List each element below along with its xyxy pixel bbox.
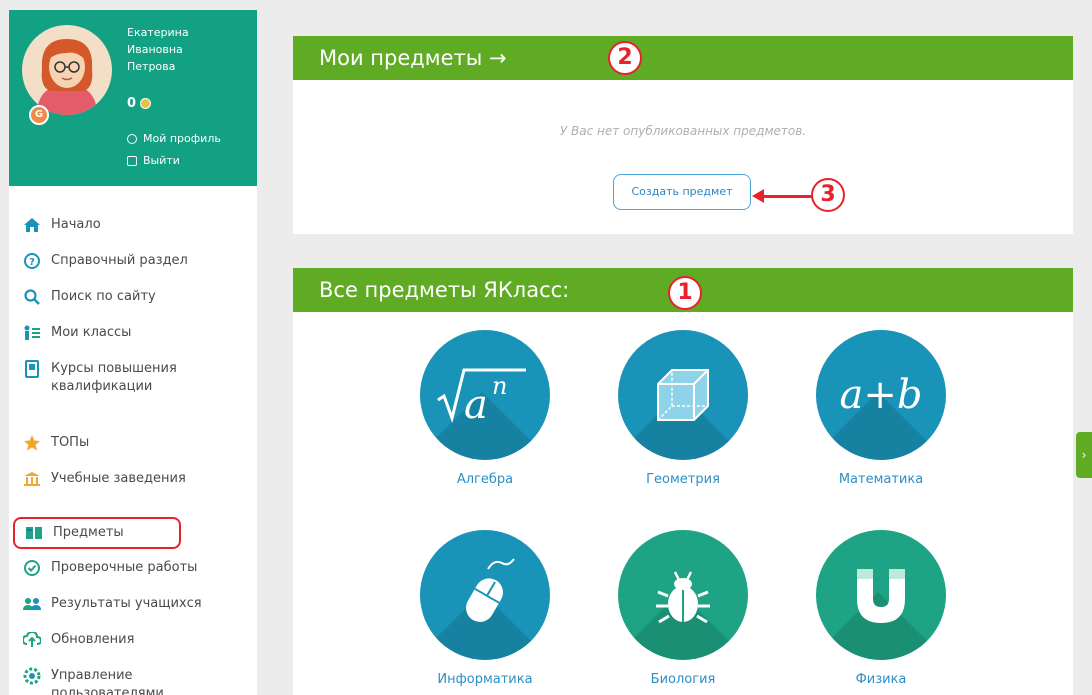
subject-label: Алгебра [456, 472, 514, 487]
create-subject-button[interactable]: Создать предмет [613, 174, 751, 210]
algebra-icon: a n [420, 330, 550, 460]
classes-icon [23, 324, 41, 342]
star-icon [23, 434, 41, 452]
sidebar-item-institutions[interactable]: Учебные заведения [23, 470, 243, 488]
magnet-icon [816, 530, 946, 660]
sidebar-item-label: Справочный раздел [51, 253, 188, 268]
sidebar-item-label: ТОПы [51, 435, 90, 450]
all-subjects-title: Все предметы ЯКласс: [319, 278, 570, 302]
chevron-icon: › [1081, 448, 1087, 462]
sidebar-item-label: Поиск по сайту [51, 289, 156, 304]
subject-biology[interactable]: Биология [613, 530, 753, 687]
sidebar-item-label: Результаты учащихся [51, 596, 202, 611]
my-subjects-panel: Мои предметы → У Вас нет опубликованных … [293, 36, 1073, 234]
home-icon [23, 216, 41, 234]
marker-2: 2 [608, 41, 642, 75]
user-middle-name: Ивановна [127, 43, 183, 56]
check-icon [23, 559, 41, 577]
sidebar-item-my-classes[interactable]: Мои классы [23, 324, 243, 342]
marker-1: 1 [668, 276, 702, 310]
svg-text:n: n [492, 372, 507, 400]
all-subjects-panel: Все предметы ЯКласс: a n Алгебра Геометр… [293, 268, 1073, 695]
marker-3: 3 [811, 178, 845, 212]
sidebar-item-search[interactable]: Поиск по сайту [23, 288, 243, 306]
empty-subjects-text: У Вас нет опубликованных предметов. [559, 124, 807, 138]
user-last-name: Петрова [127, 60, 176, 73]
subject-physics[interactable]: Физика [811, 530, 951, 687]
subject-label: Физика [855, 672, 907, 687]
user-name: Екатерина Ивановна Петрова [127, 24, 247, 75]
g-badge-icon: G [29, 105, 49, 125]
coin-icon [140, 98, 152, 109]
my-subjects-title: Мои предметы → [319, 46, 507, 70]
sidebar-item-courses[interactable]: Курсы повышения квалификации [23, 360, 243, 396]
institution-icon [23, 470, 41, 488]
sidebar-item-label: Начало [51, 217, 101, 232]
subject-geometry[interactable]: Геометрия [613, 330, 753, 487]
sidebar-item-subjects[interactable]: Предметы [13, 517, 181, 549]
sidebar-item-results[interactable]: Результаты учащихся [23, 595, 243, 613]
sidebar-item-label: Проверочные работы [51, 560, 198, 575]
logout-icon [127, 155, 137, 166]
students-icon [23, 595, 41, 613]
profile-card: G Екатерина Ивановна Петрова 0 Мой профи… [9, 10, 257, 186]
my-subjects-header[interactable]: Мои предметы → [293, 36, 1073, 80]
sidebar-item-label: Мои классы [51, 325, 132, 340]
search-icon [23, 288, 41, 306]
svg-text:?: ? [29, 257, 35, 268]
subject-math[interactable]: a+b Математика [811, 330, 951, 487]
updates-icon [23, 631, 41, 649]
avatar[interactable] [22, 25, 112, 115]
my-profile-label: Мой профиль [143, 132, 221, 145]
sidebar-item-label: Учебные заведения [51, 471, 186, 486]
sidebar-item-home[interactable]: Начало [23, 216, 243, 234]
sidebar-item-user-management[interactable]: Управление пользователями [23, 667, 243, 695]
math-icon: a+b [816, 330, 946, 460]
users-manage-icon [23, 667, 41, 685]
subjects-icon [25, 524, 43, 542]
logout-link[interactable]: Выйти [127, 154, 180, 167]
sidebar: G Екатерина Ивановна Петрова 0 Мой профи… [9, 10, 257, 695]
svg-text:a: a [464, 382, 488, 428]
points-counter: 0 [127, 96, 152, 111]
subject-label: Геометрия [646, 472, 720, 487]
subject-label: Биология [650, 672, 716, 687]
points-value: 0 [127, 96, 137, 111]
help-icon: ? [23, 252, 41, 270]
sidebar-item-tests[interactable]: Проверочные работы [23, 559, 243, 577]
subject-algebra[interactable]: a n Алгебра [415, 330, 555, 487]
subject-label: Информатика [437, 672, 533, 687]
sidebar-item-help[interactable]: ? Справочный раздел [23, 252, 243, 270]
subject-label: Математика [838, 472, 924, 487]
sidebar-item-updates[interactable]: Обновления [23, 631, 243, 649]
profile-icon [127, 133, 137, 144]
bug-icon [618, 530, 748, 660]
user-first-name: Екатерина [127, 26, 189, 39]
computer-mouse-icon [420, 530, 550, 660]
feedback-tab[interactable]: › [1076, 432, 1092, 478]
arrow-left-icon [752, 189, 812, 203]
sidebar-item-label: Предметы [53, 525, 124, 540]
courses-icon [23, 360, 41, 378]
sidebar-item-tops[interactable]: ТОПы [23, 434, 243, 452]
sidebar-item-label: Обновления [51, 632, 135, 647]
sidebar-item-label: Курсы повышения квалификации [51, 361, 177, 394]
sidebar-item-label: Управление пользователями [51, 668, 164, 695]
geometry-icon [618, 330, 748, 460]
logout-label: Выйти [143, 154, 180, 167]
my-profile-link[interactable]: Мой профиль [127, 132, 221, 145]
subject-informatics[interactable]: Информатика [415, 530, 555, 687]
